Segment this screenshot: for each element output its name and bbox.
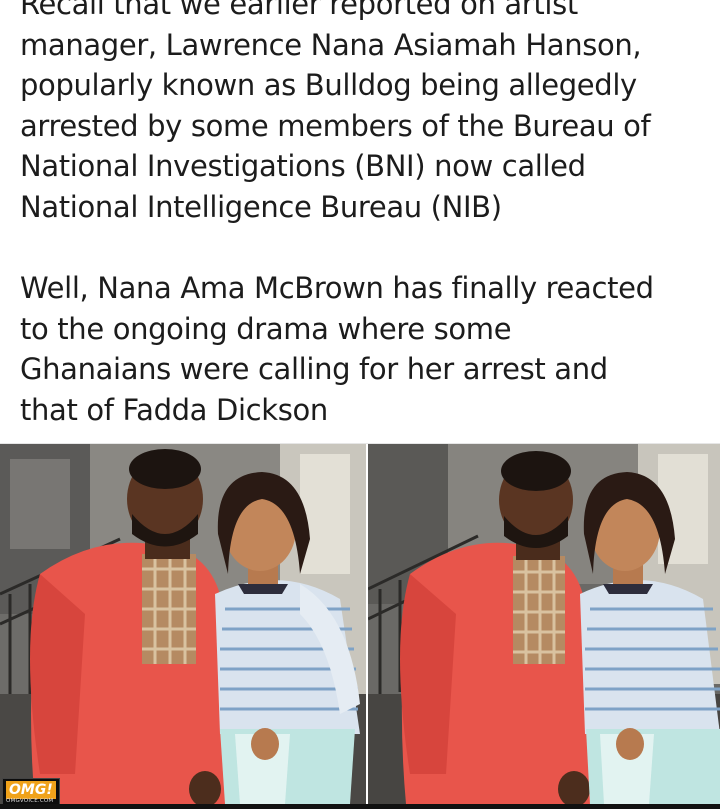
post-paragraph-2-line-4: that of Fadda Dickson bbox=[20, 392, 328, 427]
post-text: Recall that we earlier reported on artis… bbox=[20, 0, 710, 431]
post-paragraph-1-line-5: National Investigations (BNI) now called bbox=[20, 149, 586, 184]
bottom-bar bbox=[0, 804, 720, 809]
photo-right[interactable] bbox=[368, 444, 720, 804]
photo-left[interactable]: OMG! OMGVOICE.COM bbox=[0, 444, 366, 804]
post-paragraph-2-line-3: Ghanaians were calling for her arrest an… bbox=[20, 352, 608, 387]
post-paragraph-2-line-1: Well, Nana Ama McBrown has finally react… bbox=[20, 271, 654, 306]
post-paragraph-1-line-6: National Intelligence Bureau (NIB) bbox=[20, 189, 502, 224]
post-paragraph-1-line-3: popularly known as Bulldog being alleged… bbox=[20, 68, 637, 103]
post-paragraph-1-line-4: arrested by some members of the Bureau o… bbox=[20, 108, 651, 143]
post-paragraph-1-line-2: manager, Lawrence Nana Asiamah Hanson, bbox=[20, 27, 642, 62]
post-photo[interactable]: OMG! OMGVOICE.COM bbox=[0, 444, 720, 804]
watermark-text: OMG! bbox=[6, 781, 56, 799]
omg-watermark-logo: OMG! OMGVOICE.COM bbox=[2, 778, 60, 804]
post-paragraph-1-line-1: Recall that we earlier reported on artis… bbox=[20, 0, 578, 21]
post-paragraph-2-line-2: to the ongoing drama where some bbox=[20, 311, 512, 346]
